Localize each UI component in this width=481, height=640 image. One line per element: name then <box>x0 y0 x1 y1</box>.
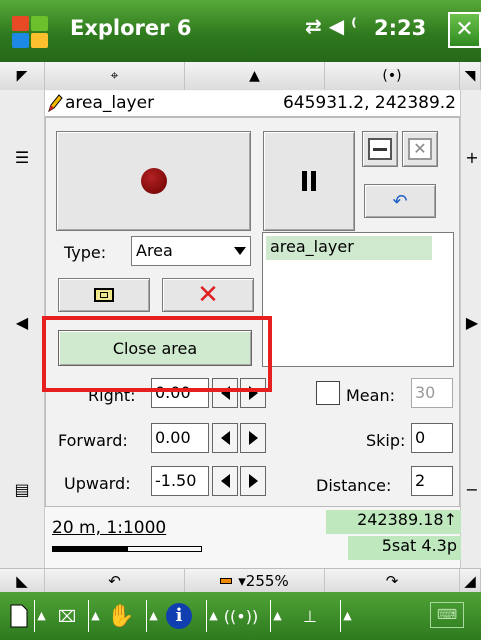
forward-decrease-button[interactable] <box>212 423 238 453</box>
forward-label: Forward: <box>58 431 128 450</box>
gps-antenna-icon[interactable]: ((•)) <box>224 600 258 632</box>
bottom-right-corner-button[interactable]: ◢ <box>460 569 481 593</box>
pause-icon <box>302 171 316 191</box>
mean-checkbox[interactable] <box>316 381 340 405</box>
toolbar-separator[interactable]: ▲ <box>206 600 220 632</box>
pause-button[interactable] <box>263 131 355 231</box>
layer-list-item[interactable]: area_layer <box>266 236 432 260</box>
table-icon[interactable]: ▤ <box>4 474 40 504</box>
distance-label: Distance: <box>316 476 392 495</box>
map-bottom-strip: ◣ ↶ ▾255% ↷ ◢ <box>0 568 481 593</box>
form-icon <box>94 288 114 302</box>
dropdown-arrow-icon <box>234 247 246 255</box>
undo-button[interactable]: ↶ <box>364 184 436 218</box>
zoom-level: ▾255% <box>238 572 289 590</box>
delete-button[interactable]: ✕ <box>162 278 254 312</box>
mean-label: Mean: <box>346 386 395 405</box>
minimize-panel-button[interactable] <box>362 131 398 167</box>
bottom-toolbar: ▲ ⌧ ▲ ✋ ▲ i ▲ ((•)) ▲ ⊥ ▲ ⌨ <box>0 592 481 640</box>
zoom-in-icon[interactable]: + <box>463 142 481 172</box>
pencil-icon <box>48 94 63 113</box>
active-layer-name: area_layer <box>65 93 155 113</box>
record-dot-icon <box>140 168 167 194</box>
skip-field[interactable]: 0 <box>411 423 453 453</box>
pan-left-arrow-icon[interactable]: ◀ <box>4 302 40 342</box>
toolbar-separator[interactable]: ▲ <box>146 600 160 632</box>
close-app-button[interactable]: ✕ <box>448 12 481 48</box>
layer-list[interactable]: area_layer <box>262 232 454 367</box>
new-document-icon[interactable] <box>6 600 32 632</box>
back-button[interactable]: ↶ <box>45 569 185 593</box>
forward-offset-field[interactable]: 0.00 <box>151 423 209 453</box>
title-bar: Explorer 6 ⇄ ◀ ⁽ 2:23 ✕ <box>0 0 481 62</box>
mean-count-field[interactable]: 30 <box>411 378 453 408</box>
distance-field[interactable]: 2 <box>411 466 453 496</box>
zoom-out-icon[interactable]: − <box>463 474 481 504</box>
upward-label: Upward: <box>64 474 131 493</box>
skip-label: Skip: <box>366 431 406 450</box>
toolbar-separator[interactable]: ▲ <box>270 600 284 632</box>
minimize-icon <box>368 138 392 160</box>
right-edge-bar: + ▶ − <box>460 62 481 570</box>
gps-center-button[interactable]: (•) <box>325 62 460 90</box>
record-button[interactable] <box>56 131 251 231</box>
recording-panel: ✕ ↶ Type: Area area_layer ✕ Close area R… <box>45 117 460 507</box>
upward-decrease-button[interactable] <box>212 466 238 496</box>
measure-tool-icon[interactable]: ⌧ <box>52 600 82 632</box>
top-left-corner-button[interactable]: ◤ <box>0 62 45 90</box>
clock[interactable]: 2:23 <box>374 16 426 40</box>
zoom-level-button[interactable]: ▾255% <box>185 569 325 593</box>
scale-bar <box>52 546 202 552</box>
bottom-left-corner-button[interactable]: ◣ <box>0 569 45 593</box>
info-icon[interactable]: i <box>162 600 196 632</box>
gps-satellite-status: 5sat 4.3p <box>348 536 461 560</box>
pan-tool-button[interactable]: ⌖ <box>45 62 185 90</box>
upward-increase-button[interactable] <box>240 466 266 496</box>
gps-coordinate: 242389.18↑ <box>326 510 461 534</box>
close-icon: ✕ <box>408 138 432 160</box>
pan-up-button[interactable]: ▲ <box>185 62 325 90</box>
forward-increase-button[interactable] <box>240 423 266 453</box>
toolbar-separator[interactable]: ▲ <box>34 600 48 632</box>
app-title: Explorer 6 <box>70 16 192 40</box>
type-select[interactable]: Area <box>131 236 251 266</box>
vertex-edit-icon[interactable]: ⊥ <box>290 600 330 632</box>
toolbar-separator[interactable]: ▲ <box>88 600 102 632</box>
keyboard-icon[interactable]: ⌨ <box>430 602 464 628</box>
layers-icon[interactable]: ☰ <box>4 142 40 172</box>
pan-right-arrow-icon[interactable]: ▶ <box>463 302 481 342</box>
map-scale-label: 20 m, 1:1000 <box>52 518 167 538</box>
edit-attributes-button[interactable] <box>58 278 150 312</box>
left-edge-bar: ☰ ◀ ▤ <box>0 62 45 570</box>
windows-logo-icon[interactable] <box>10 14 50 50</box>
cursor-coordinates: 645931.2, 242389.2 <box>282 93 456 113</box>
connectivity-volume-icons[interactable]: ⇄ ◀ ⁽ <box>305 14 357 38</box>
top-right-corner-button[interactable]: ◥ <box>460 62 481 90</box>
close-panel-button[interactable]: ✕ <box>402 131 438 167</box>
hand-pan-icon[interactable]: ✋ <box>104 600 138 632</box>
toolbar-separator[interactable]: ▲ <box>340 600 354 632</box>
map-top-strip: ◤ ⌖ ▲ (•) ◥ <box>0 62 481 90</box>
upward-offset-field[interactable]: -1.50 <box>151 466 209 496</box>
active-layer-row: area_layer 645931.2, 242389.2 <box>45 91 460 117</box>
type-select-value: Area <box>136 241 173 260</box>
type-label: Type: <box>64 243 107 262</box>
forward-button[interactable]: ↷ <box>325 569 460 593</box>
zoom-marker-icon <box>220 578 233 584</box>
highlight-annotation <box>42 316 272 392</box>
